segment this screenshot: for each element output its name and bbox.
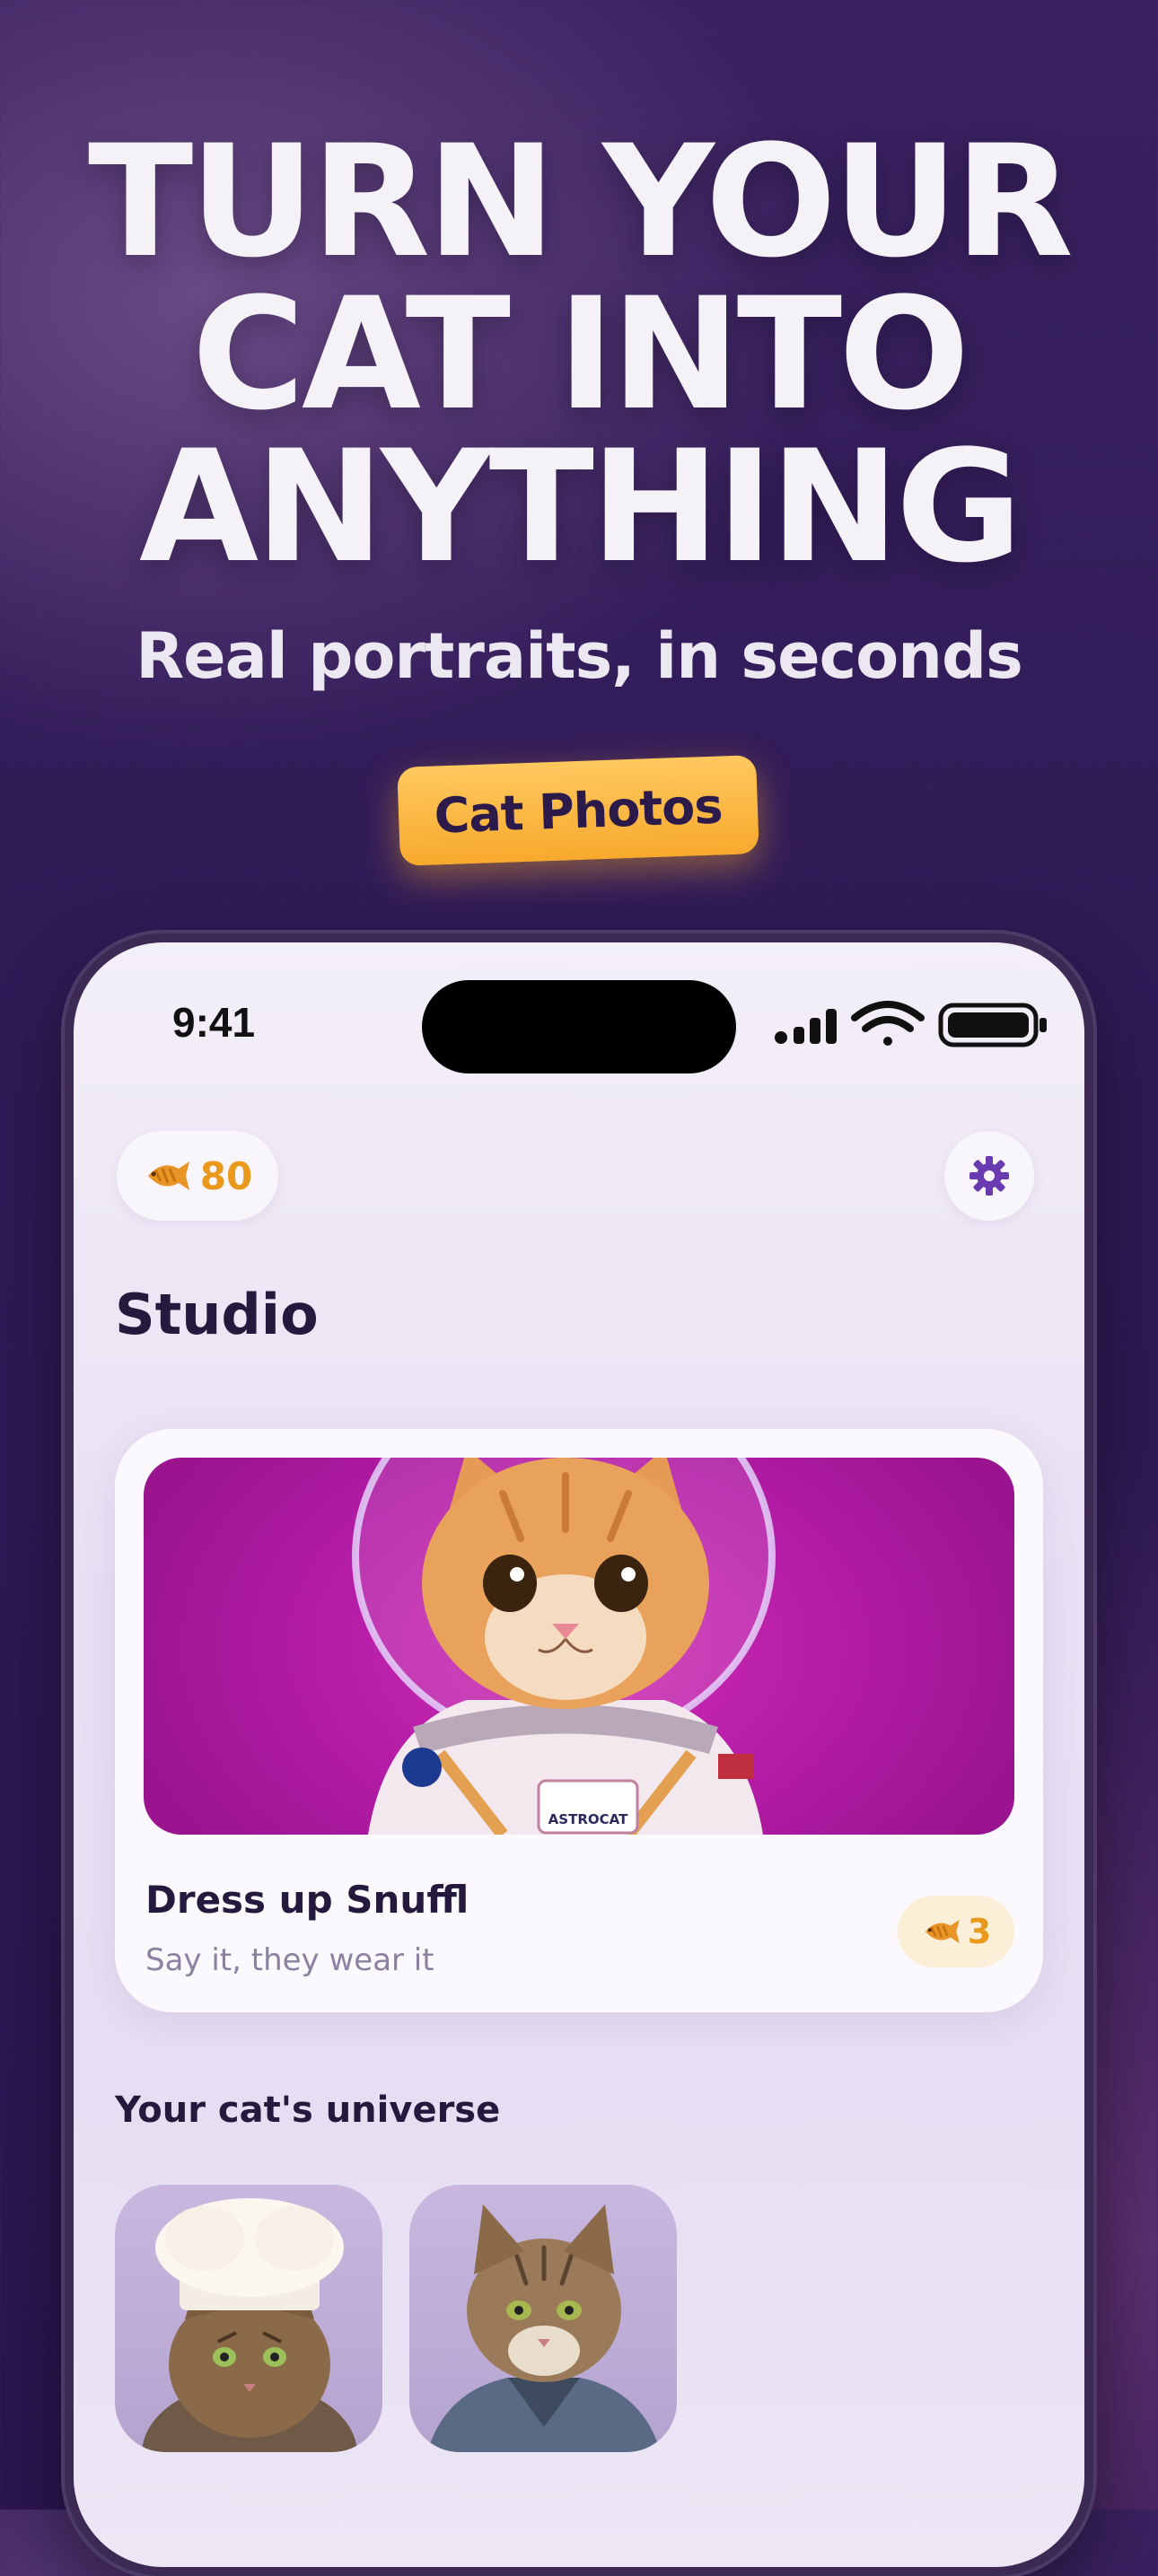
cost-value: 3 xyxy=(967,1912,992,1951)
astronaut-cat-illustration: ASTROCAT xyxy=(352,1458,776,1835)
hero-title: TURN YOUR CAT INTO ANYTHING xyxy=(0,111,1158,597)
phone-frame: 9:41 80 Studio ASTROCAT Dress up Snuffl … xyxy=(65,933,1093,2576)
hero-title-line-3: ANYTHING xyxy=(138,416,1022,597)
hero-title-line-1: TURN YOUR xyxy=(87,111,1074,292)
fish-coin-icon xyxy=(925,1919,960,1944)
denim-cat-thumbnail[interactable] xyxy=(409,2185,677,2452)
hero-title-line-2: CAT INTO xyxy=(191,264,970,444)
fish-coin-icon xyxy=(147,1161,189,1190)
denim-jacket-cat-illustration xyxy=(427,2204,661,2452)
card-title: Dress up Snuffl xyxy=(145,1878,469,1922)
battery-icon xyxy=(938,1003,1047,1047)
cost-badge: 3 xyxy=(898,1896,1014,1967)
section-title: Your cat's universe xyxy=(115,2090,501,2131)
app-screen: 9:41 80 Studio ASTROCAT Dress up Snuffl … xyxy=(74,942,1084,2567)
cat-photos-badge[interactable]: Cat Photos xyxy=(397,755,759,866)
coin-count: 80 xyxy=(199,1153,253,1198)
featured-style-card[interactable]: ASTROCAT Dress up Snuffl Say it, they we xyxy=(115,1429,1043,2012)
gear-icon xyxy=(969,1156,1009,1196)
coin-balance[interactable]: 80 xyxy=(117,1131,278,1221)
settings-button[interactable] xyxy=(944,1131,1034,1221)
signal-icon xyxy=(775,1009,837,1044)
astrocat-patch-text: ASTROCAT xyxy=(548,1811,628,1827)
chef-cat-thumbnail[interactable] xyxy=(115,2185,382,2452)
status-icons xyxy=(775,1001,1047,1047)
wifi-icon xyxy=(851,1001,925,1046)
page-title: Studio xyxy=(115,1282,319,1347)
card-subtitle: Say it, they wear it xyxy=(145,1942,434,1978)
chef-cat-illustration xyxy=(142,2198,357,2452)
dynamic-island xyxy=(422,980,736,1073)
status-time: 9:41 xyxy=(172,999,256,1046)
astronaut-cat-image: ASTROCAT xyxy=(144,1458,1014,1835)
hero-subtitle: Real portraits, in seconds xyxy=(136,619,1023,693)
